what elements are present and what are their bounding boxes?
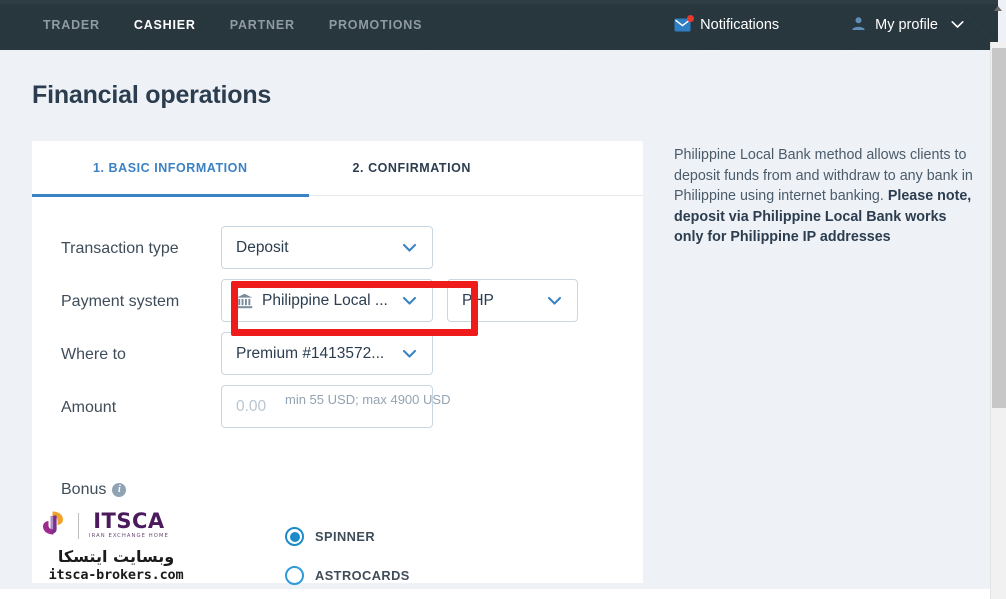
radio-spinner[interactable] [285,527,304,546]
chevron-down-icon [401,345,418,362]
nav-right-group: Notifications My profile [674,0,998,50]
nav-item-cashier[interactable]: CASHIER [117,12,213,38]
watermark-overlay: ITSCA IRAN EXCHANGE HOME وبسایت ایتسکا i… [30,508,202,583]
notifications-button[interactable]: Notifications [674,15,780,33]
bank-icon [236,293,253,309]
itsca-logo-mark-icon [38,508,68,543]
tab-basic-information[interactable]: 1. BASIC INFORMATION [32,141,308,197]
envelope-icon [674,15,695,32]
info-icon[interactable]: i [112,483,127,497]
watermark-persian-text: وبسایت ایتسکا [57,547,175,566]
row-where-to: Where to Premium #1413572... [32,332,643,385]
user-icon [851,16,866,35]
bonus-option-spinner-label: SPINNER [315,529,376,544]
currency-select[interactable]: PHP [447,279,578,322]
payment-system-value: Philippine Local ... [262,291,388,309]
nav-item-trader[interactable]: TRADER [26,12,117,38]
nav-item-promotions[interactable]: PROMOTIONS [312,12,439,38]
radio-astrocards[interactable] [285,566,304,585]
row-payment-system: Payment system Philippine Local ... PHP [32,279,643,332]
where-to-value: Premium #1413572... [236,344,385,362]
where-to-field: Premium #1413572... [221,332,433,375]
where-to-select[interactable]: Premium #1413572... [221,332,433,375]
chevron-down-icon [401,292,418,309]
watermark-divider [78,512,79,539]
nav-item-partner[interactable]: PARTNER [213,12,312,38]
top-navbar: TRADER CASHIER PARTNER PROMOTIONS Notifi… [0,0,998,50]
transaction-type-field: Deposit [221,226,433,269]
bonus-label-wrap: Bonus i [32,467,221,513]
watermark-brand-block: ITSCA IRAN EXCHANGE HOME [89,511,169,539]
payment-system-select[interactable]: Philippine Local ... [221,279,433,322]
notification-badge-dot [687,15,695,22]
where-to-label: Where to [61,346,126,363]
primary-nav: TRADER CASHIER PARTNER PROMOTIONS [26,12,439,38]
transaction-type-select[interactable]: Deposit [221,226,433,269]
transaction-type-value: Deposit [236,238,289,256]
watermark-tagline: IRAN EXCHANGE HOME [89,533,169,540]
page-bottom-strip [0,589,990,599]
amount-label: Amount [61,399,117,416]
payment-method-info-panel: Philippine Local Bank method allows clie… [674,145,974,248]
transaction-type-label: Transaction type [61,240,179,257]
operation-form: Transaction type Deposit Payment system [32,196,643,599]
app-root: TRADER CASHIER PARTNER PROMOTIONS Notifi… [0,0,1006,599]
profile-menu-button[interactable]: My profile [851,16,964,35]
bonus-label: Bonus [61,481,107,498]
bonus-option-spinner[interactable]: SPINNER [285,523,410,550]
watermark-logo-row: ITSCA IRAN EXCHANGE HOME [38,508,202,543]
bonus-option-astrocards-label: ASTROCARDS [315,568,410,583]
chevron-down-icon [546,292,563,309]
tab-confirmation[interactable]: 2. CONFIRMATION [353,141,471,196]
row-transaction-type: Transaction type Deposit [32,226,643,279]
payment-system-field: Philippine Local ... PHP [221,279,578,322]
profile-label: My profile [875,17,938,33]
bonus-option-astrocards[interactable]: ASTROCARDS [285,562,410,589]
tab-bar: 1. BASIC INFORMATION 2. CONFIRMATION [32,141,643,197]
watermark-brand: ITSCA [93,509,165,534]
watermark-url: itsca-brokers.com [48,567,184,583]
notifications-label: Notifications [700,17,780,33]
chevron-down-icon [951,17,964,33]
scroll-up-arrow-icon[interactable] [994,6,1002,11]
currency-value: PHP [462,291,494,309]
amount-limits-hint: min 55 USD; max 4900 USD [285,392,451,407]
payment-system-label: Payment system [61,293,180,310]
page-title: Financial operations [32,81,272,109]
vertical-scrollbar[interactable] [990,6,1006,599]
scrollbar-thumb[interactable] [992,48,1006,408]
chevron-down-icon [401,239,418,256]
